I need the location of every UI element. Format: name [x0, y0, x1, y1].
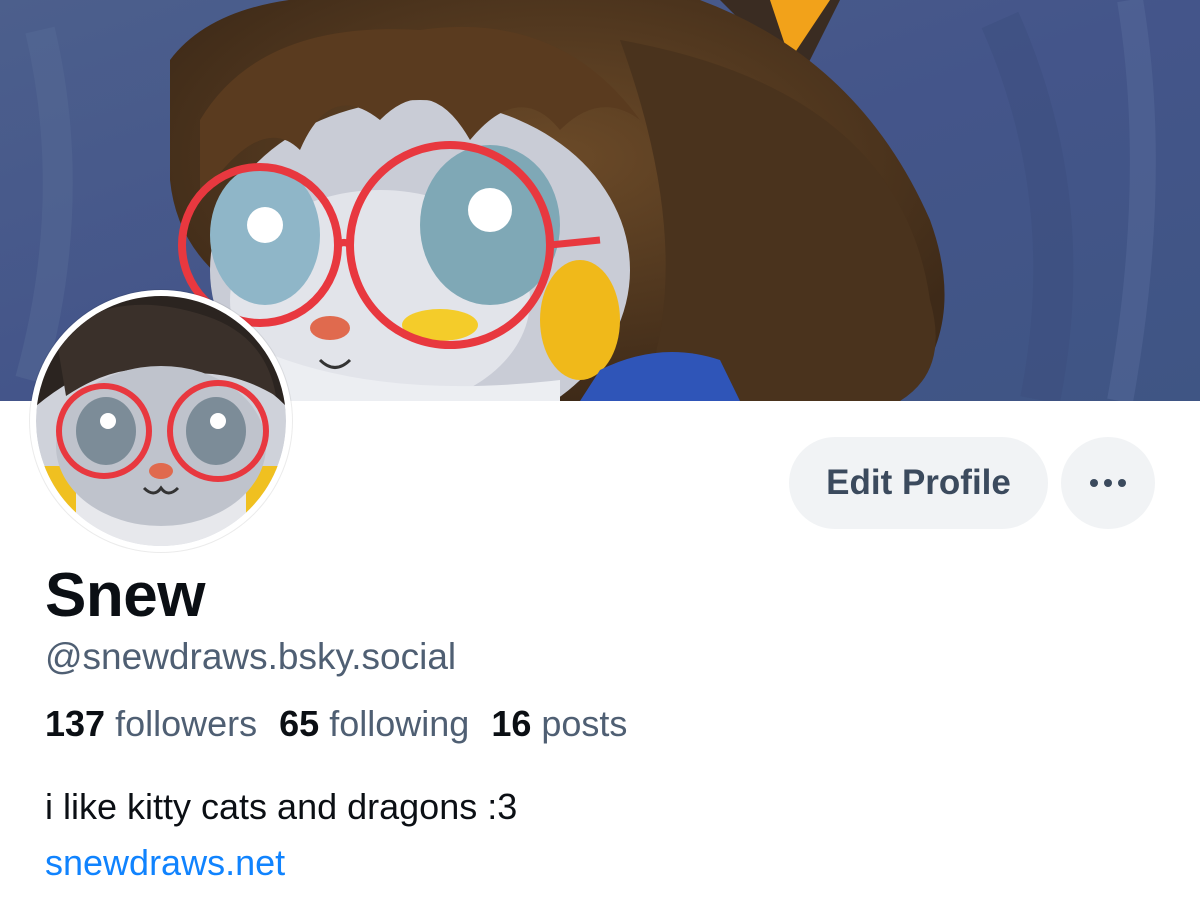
posts-label: posts — [541, 703, 628, 744]
display-name: Snew — [45, 561, 205, 630]
following-stat[interactable]: 65 following — [279, 703, 469, 744]
more-options-button[interactable] — [1061, 437, 1155, 529]
followers-count: 137 — [45, 703, 106, 744]
posts-count: 16 — [491, 703, 532, 744]
ellipsis-icon — [1090, 479, 1126, 487]
profile-handle: @snewdraws.bsky.social — [45, 636, 457, 677]
website-link[interactable]: snewdraws.net — [45, 842, 285, 884]
avatar[interactable] — [30, 290, 292, 552]
profile-stats: 137 followers 65 following 16 posts — [45, 703, 627, 745]
followers-label: followers — [115, 703, 258, 744]
profile-bio: i like kitty cats and dragons :3 — [45, 786, 518, 827]
followers-stat[interactable]: 137 followers — [45, 703, 257, 744]
following-label: following — [329, 703, 470, 744]
avatar-image — [36, 296, 286, 546]
profile-page: Edit Profile Snew @snewdraws.bsky.social… — [0, 0, 1200, 923]
following-count: 65 — [279, 703, 320, 744]
posts-stat: 16 posts — [491, 703, 627, 744]
edit-profile-button[interactable]: Edit Profile — [789, 437, 1048, 529]
